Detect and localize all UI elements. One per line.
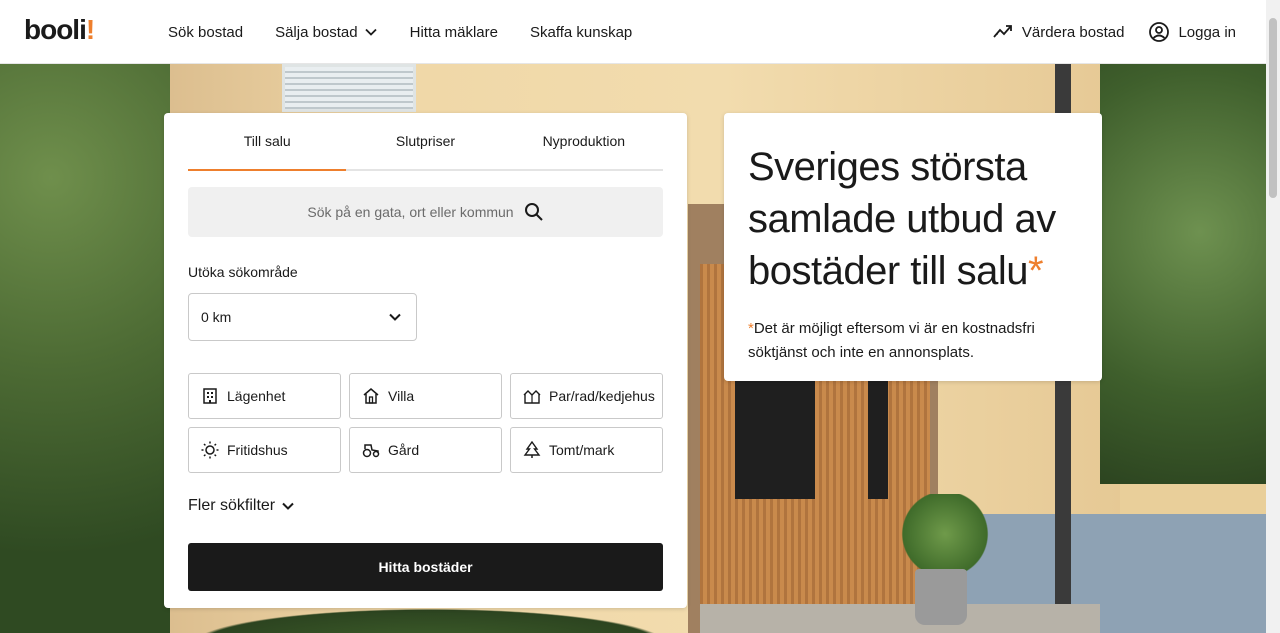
nav-label: Skaffa kunskap bbox=[529, 23, 633, 41]
more-filters-toggle[interactable]: Fler sökfilter bbox=[188, 497, 295, 515]
site-header: booli! Sök bostad Sälja bostad Hitta mäk… bbox=[0, 0, 1266, 64]
footnote-text: Det är möjligt eftersom vi är en kostnad… bbox=[748, 320, 1035, 361]
tab-label: Nyproduktion bbox=[542, 133, 626, 149]
property-type-grid: Lägenhet Villa Par/rad/kedjehus Fritidsh… bbox=[188, 373, 663, 473]
nav-item-skaffa-kunskap[interactable]: Skaffa kunskap bbox=[530, 0, 632, 64]
hero-title: Sveriges största samlade utbud av bostäd… bbox=[748, 141, 1078, 297]
radius-value: 0 km bbox=[201, 309, 232, 325]
nav-label: Sälja bostad bbox=[275, 23, 358, 41]
tab-label: Till salu bbox=[243, 133, 291, 149]
flower-plant bbox=[900, 494, 990, 574]
search-input[interactable]: Sök på en gata, ort eller kommun bbox=[188, 187, 663, 237]
more-filters-label: Fler sökfilter bbox=[188, 497, 276, 514]
expand-area-label: Utöka sökområde bbox=[188, 264, 298, 280]
tree-icon bbox=[523, 441, 541, 458]
nav-item-salja-bostad[interactable]: Sälja bostad bbox=[275, 0, 378, 64]
value-home-link[interactable]: Värdera bostad bbox=[992, 21, 1125, 43]
type-parradkedjehus-button[interactable]: Par/rad/kedjehus bbox=[510, 373, 663, 419]
nav-item-sok-bostad[interactable]: Sök bostad bbox=[168, 0, 243, 64]
hero-info-card: Sveriges största samlade utbud av bostäd… bbox=[724, 113, 1102, 381]
hero-title-line: Sveriges största bbox=[748, 145, 1027, 189]
login-label: Logga in bbox=[1178, 23, 1236, 41]
value-home-label: Värdera bostad bbox=[1021, 23, 1125, 41]
foliage bbox=[0, 64, 170, 633]
nav-label: Hitta mäklare bbox=[409, 23, 498, 41]
chevron-down-icon bbox=[389, 313, 401, 321]
user-circle-icon bbox=[1149, 22, 1170, 42]
type-label: Fritidshus bbox=[227, 442, 288, 458]
foliage bbox=[1100, 64, 1266, 484]
tab-nyproduktion[interactable]: Nyproduktion bbox=[505, 113, 663, 169]
nav-label: Sök bostad bbox=[168, 23, 244, 41]
house-icon bbox=[363, 388, 379, 404]
nav-item-hitta-maklare[interactable]: Hitta mäklare bbox=[410, 0, 498, 64]
asterisk-mark: * bbox=[1028, 249, 1044, 293]
scrollbar-thumb[interactable] bbox=[1269, 18, 1277, 198]
search-card: Till salu Slutpriser Nyproduktion Sök på… bbox=[164, 113, 687, 608]
tab-slutpriser[interactable]: Slutpriser bbox=[346, 113, 504, 169]
chevron-down-icon bbox=[282, 502, 294, 510]
tab-label: Slutpriser bbox=[395, 133, 456, 149]
page-scrollbar[interactable] bbox=[1266, 0, 1280, 633]
type-villa-button[interactable]: Villa bbox=[349, 373, 502, 419]
main-nav: Sök bostad Sälja bostad Hitta mäklare Sk… bbox=[168, 0, 664, 64]
type-label: Villa bbox=[388, 388, 415, 404]
flower-pot bbox=[915, 569, 967, 625]
search-placeholder: Sök på en gata, ort eller kommun bbox=[307, 204, 514, 220]
type-label: Gård bbox=[388, 442, 420, 458]
building-icon bbox=[203, 388, 217, 404]
login-link[interactable]: Logga in bbox=[1148, 21, 1236, 43]
logo-text: booli bbox=[24, 14, 87, 45]
steps bbox=[700, 604, 1100, 633]
type-label: Par/rad/kedjehus bbox=[549, 388, 655, 404]
hero-title-line: samlade utbud av bbox=[748, 197, 1056, 241]
tab-till-salu[interactable]: Till salu bbox=[188, 113, 347, 171]
sun-icon bbox=[201, 441, 219, 459]
hero-footnote: *Det är möjligt eftersom vi är en kostna… bbox=[748, 317, 1078, 365]
type-lagenhet-button[interactable]: Lägenhet bbox=[188, 373, 341, 419]
type-label: Tomt/mark bbox=[549, 442, 615, 458]
search-icon bbox=[524, 203, 543, 221]
trend-chart-icon bbox=[993, 25, 1012, 38]
type-label: Lägenhet bbox=[227, 388, 286, 404]
logo-accent: ! bbox=[85, 14, 95, 45]
find-homes-label: Hitta bostäder bbox=[378, 559, 473, 575]
chevron-down-icon bbox=[364, 28, 377, 36]
tractor-icon bbox=[362, 444, 380, 458]
type-tomtmark-button[interactable]: Tomt/mark bbox=[510, 427, 663, 473]
type-gard-button[interactable]: Gård bbox=[349, 427, 502, 473]
find-homes-button[interactable]: Hitta bostäder bbox=[188, 543, 663, 591]
booli-logo[interactable]: booli! bbox=[24, 14, 95, 46]
radius-select[interactable]: 0 km bbox=[188, 293, 417, 341]
rowhouse-icon bbox=[523, 390, 541, 404]
hero-title-line: bostäder till salu bbox=[748, 249, 1029, 293]
header-actions: Värdera bostad Logga in bbox=[968, 0, 1236, 64]
type-fritidshus-button[interactable]: Fritidshus bbox=[188, 427, 341, 473]
window bbox=[282, 64, 416, 112]
foliage bbox=[160, 604, 700, 633]
search-tabs: Till salu Slutpriser Nyproduktion bbox=[188, 113, 663, 171]
